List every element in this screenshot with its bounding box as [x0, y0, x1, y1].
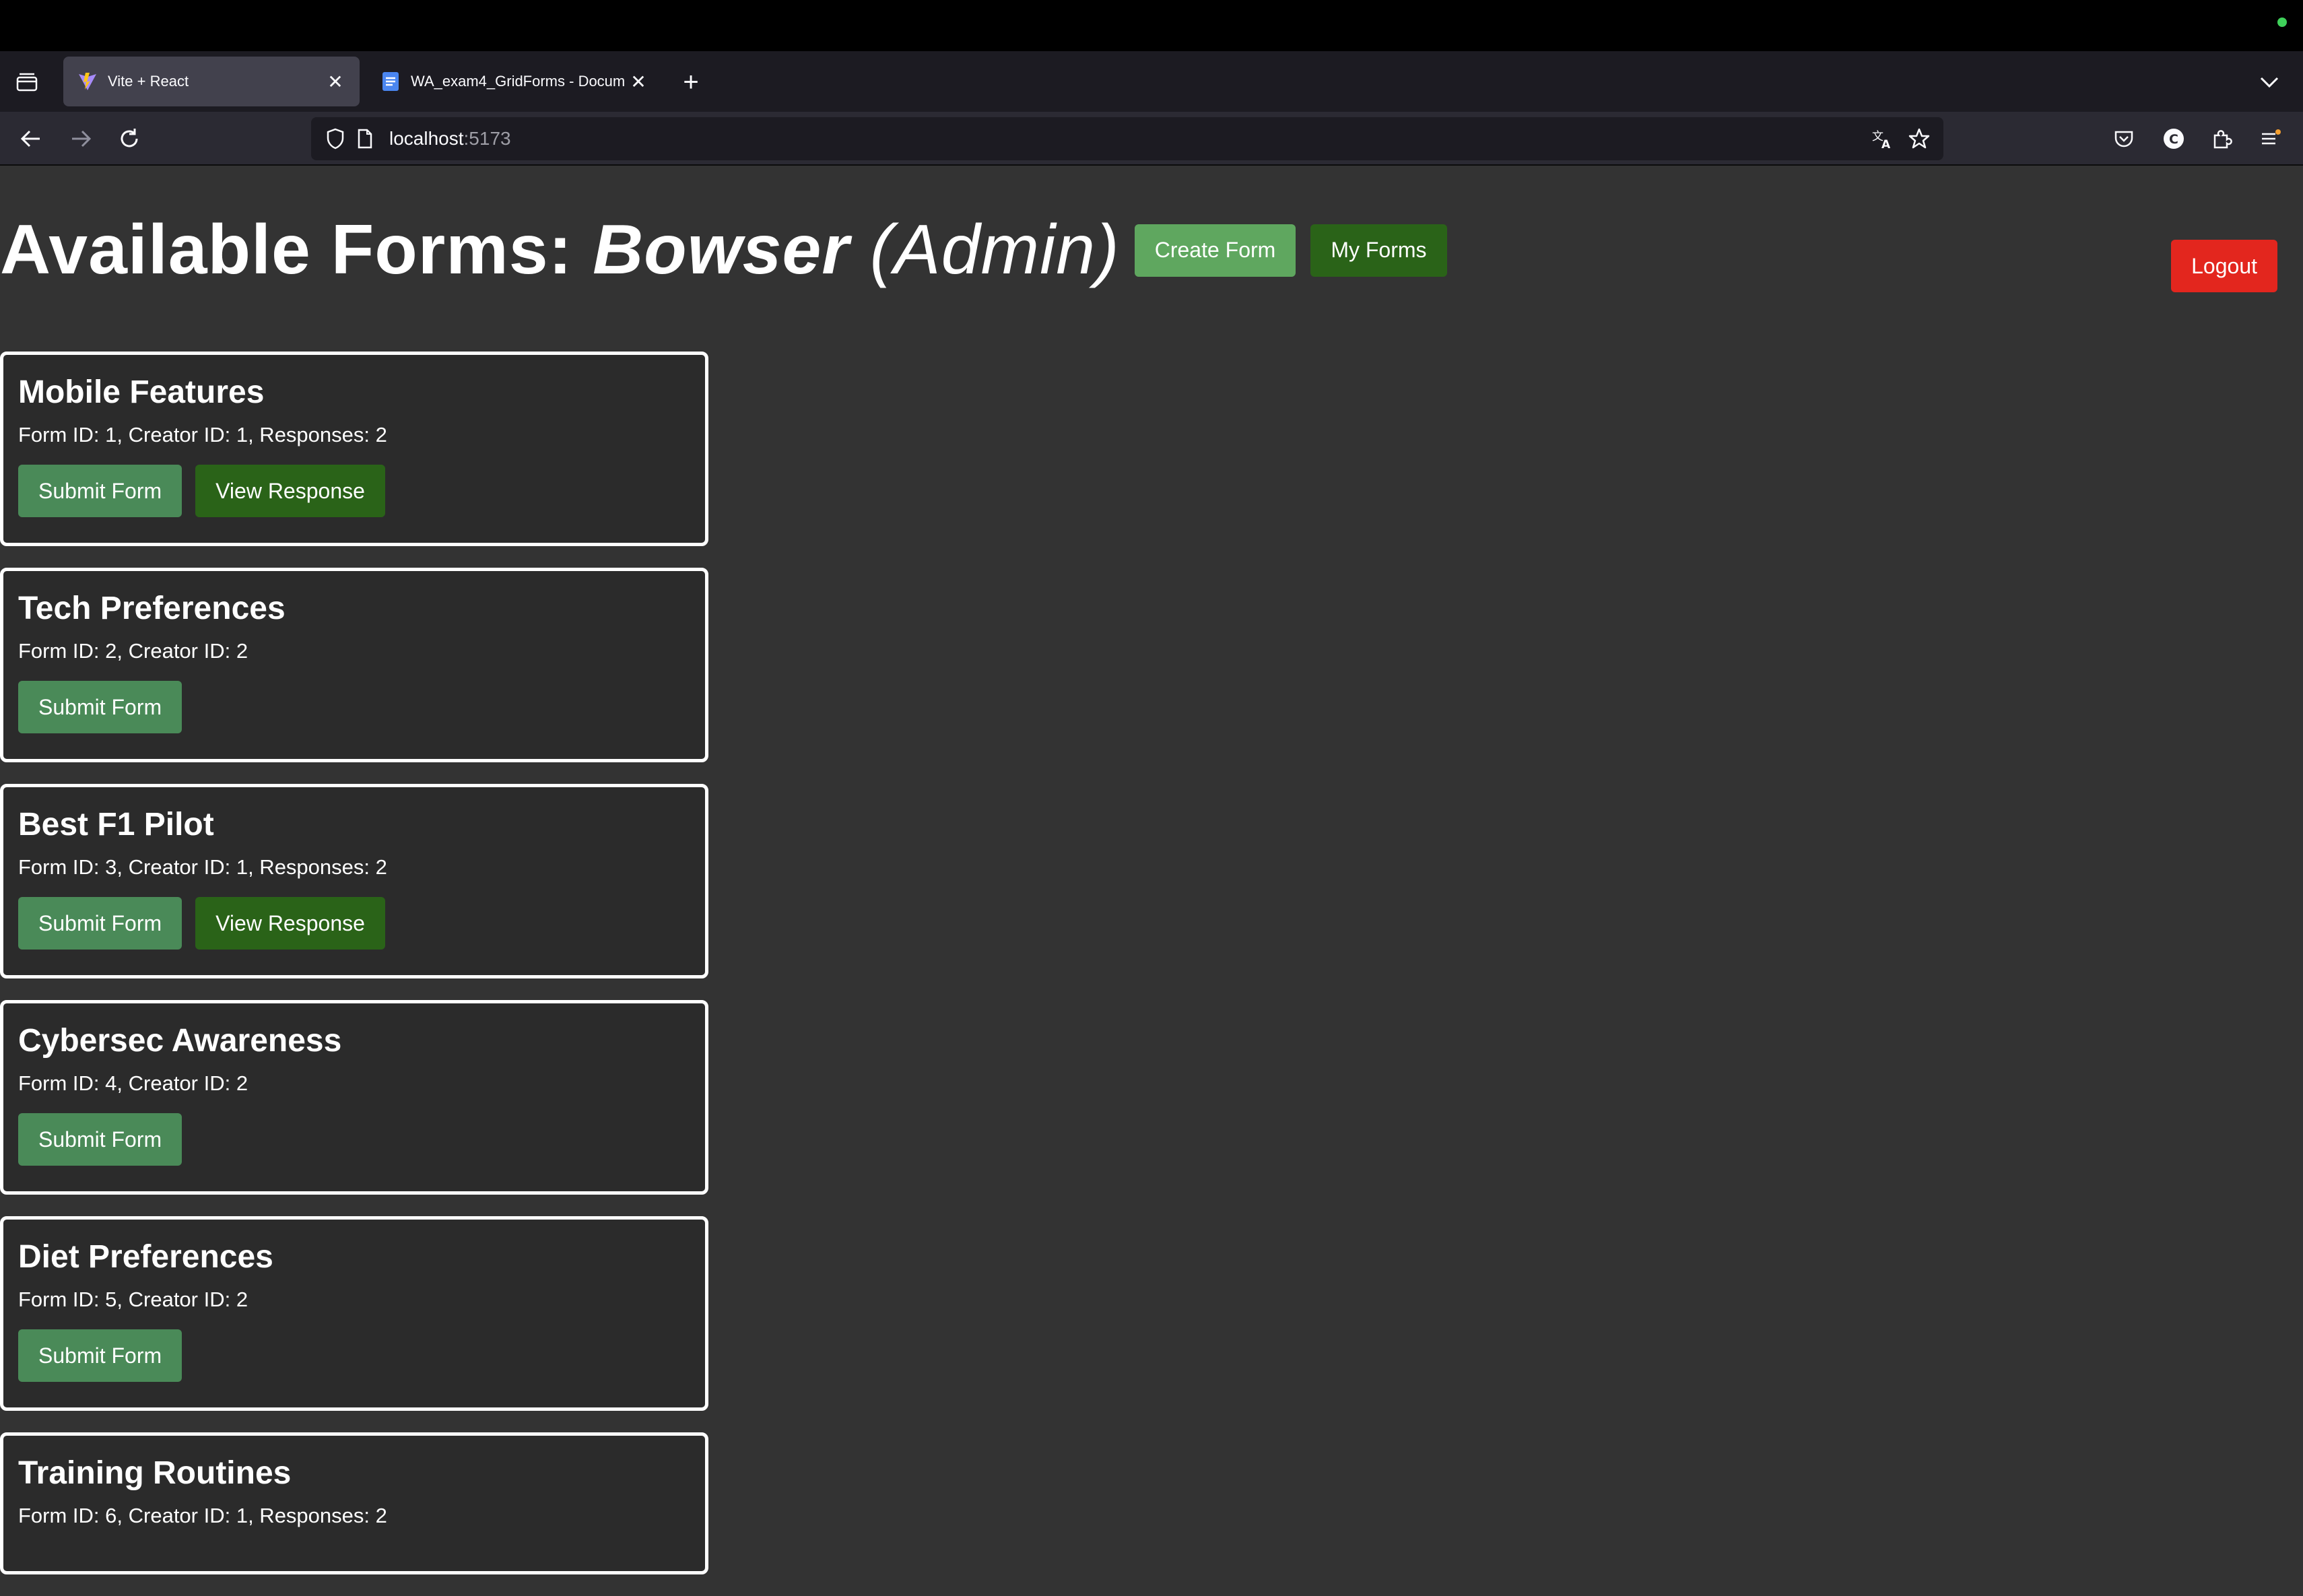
- submit-form-button[interactable]: Submit Form: [18, 897, 182, 950]
- form-card: Training Routines Form ID: 6, Creator ID:…: [0, 1432, 708, 1574]
- username: Bowser: [593, 211, 850, 289]
- form-meta: Form ID: 3, Creator ID: 1, Responses: 2: [18, 855, 387, 879]
- form-card: Cybersec Awareness Form ID: 4, Creator ID…: [0, 1000, 708, 1195]
- forward-arrow-icon[interactable]: [63, 121, 98, 156]
- tab-title: Vite + React: [108, 73, 189, 90]
- translate-icon[interactable]: 文A: [1868, 124, 1898, 154]
- form-card: Tech Preferences Form ID: 2, Creator ID: …: [0, 568, 708, 762]
- view-response-button[interactable]: View Response: [195, 465, 385, 517]
- form-meta: Form ID: 1, Creator ID: 1, Responses: 2: [18, 423, 387, 446]
- form-card: Best F1 Pilot Form ID: 3, Creator ID: 1, …: [0, 784, 708, 978]
- view-response-button[interactable]: View Response: [195, 897, 385, 950]
- extensions-puzzle-icon[interactable]: [2206, 123, 2238, 155]
- page-title: Available Forms: Bowser (Admin): [0, 210, 1120, 290]
- form-card: Mobile Features Form ID: 1, Creator ID: 1…: [0, 352, 708, 546]
- my-forms-button[interactable]: My Forms: [1310, 224, 1447, 277]
- app-page: Available Forms: Bowser (Admin) Create F…: [0, 167, 2303, 1574]
- reload-icon[interactable]: [112, 121, 147, 156]
- svg-text:A: A: [1881, 138, 1891, 149]
- form-meta: Form ID: 2, Creator ID: 2: [18, 639, 248, 663]
- tab-vite-react[interactable]: Vite + React ✕: [63, 57, 360, 106]
- new-tab-plus-icon[interactable]: +: [675, 66, 707, 98]
- submit-form-button[interactable]: Submit Form: [18, 1329, 182, 1382]
- form-actions: Submit Form: [18, 1329, 690, 1382]
- shield-icon[interactable]: [321, 124, 350, 154]
- chevron-down-icon[interactable]: [2253, 66, 2285, 98]
- form-actions: Submit Form: [18, 681, 690, 733]
- submit-form-button[interactable]: Submit Form: [18, 681, 182, 733]
- create-form-button[interactable]: Create Form: [1134, 224, 1296, 277]
- tab-google-docs[interactable]: WA_exam4_GridForms - Docum ✕: [366, 57, 663, 106]
- form-list: Mobile Features Form ID: 1, Creator ID: 1…: [0, 352, 708, 1596]
- menu-hamburger-icon[interactable]: [2255, 123, 2287, 155]
- vite-icon: [77, 71, 98, 92]
- url-text[interactable]: localhost:5173: [389, 128, 511, 149]
- account-avatar-icon[interactable]: C: [2158, 123, 2190, 155]
- browser-nav-bar: localhost:5173 文A C: [0, 112, 2303, 166]
- form-title: Best F1 Pilot: [18, 807, 214, 842]
- submit-form-button[interactable]: Submit Form: [18, 1113, 182, 1166]
- form-meta: Form ID: 6, Creator ID: 1, Responses: 2: [18, 1504, 387, 1527]
- close-tab-icon[interactable]: ✕: [325, 71, 346, 92]
- form-card: Diet Preferences Form ID: 5, Creator ID: …: [0, 1216, 708, 1411]
- url-bar[interactable]: localhost:5173 文A: [311, 117, 1943, 160]
- url-port: :5173: [463, 128, 511, 149]
- back-arrow-icon[interactable]: [13, 121, 48, 156]
- submit-form-button[interactable]: Submit Form: [18, 465, 182, 517]
- page-icon[interactable]: [350, 124, 380, 154]
- title-prefix: Available Forms:: [0, 211, 593, 289]
- status-indicator-dot: [2277, 18, 2287, 27]
- close-tab-icon[interactable]: ✕: [628, 71, 649, 92]
- logout-button[interactable]: Logout: [2171, 240, 2277, 292]
- page-header: Available Forms: Bowser (Admin) Create F…: [0, 210, 1447, 290]
- url-host: localhost: [389, 128, 464, 149]
- tab-title: WA_exam4_GridForms - Docum: [411, 73, 626, 90]
- pocket-icon[interactable]: [2108, 123, 2140, 155]
- form-meta: Form ID: 5, Creator ID: 2: [18, 1288, 248, 1311]
- form-actions: Submit Form: [18, 1113, 690, 1166]
- form-title: Diet Preferences: [18, 1239, 273, 1275]
- form-title: Cybersec Awareness: [18, 1023, 342, 1059]
- form-title: Training Routines: [18, 1455, 292, 1491]
- user-role: (Admin): [869, 211, 1120, 289]
- form-title: Mobile Features: [18, 374, 265, 410]
- form-meta: Form ID: 4, Creator ID: 2: [18, 1071, 248, 1095]
- system-top-bar: [0, 0, 2303, 51]
- browser-tab-bar: Vite + React ✕ WA_exam4_GridForms - Docu…: [0, 51, 2303, 112]
- docs-icon: [380, 71, 401, 92]
- form-title: Tech Preferences: [18, 591, 286, 626]
- bookmark-star-icon[interactable]: [1904, 124, 1934, 154]
- tab-list-icon[interactable]: [11, 66, 43, 98]
- svg-text:C: C: [2169, 132, 2178, 147]
- form-actions: Submit Form View Response: [18, 465, 690, 517]
- form-actions: Submit Form View Response: [18, 897, 690, 950]
